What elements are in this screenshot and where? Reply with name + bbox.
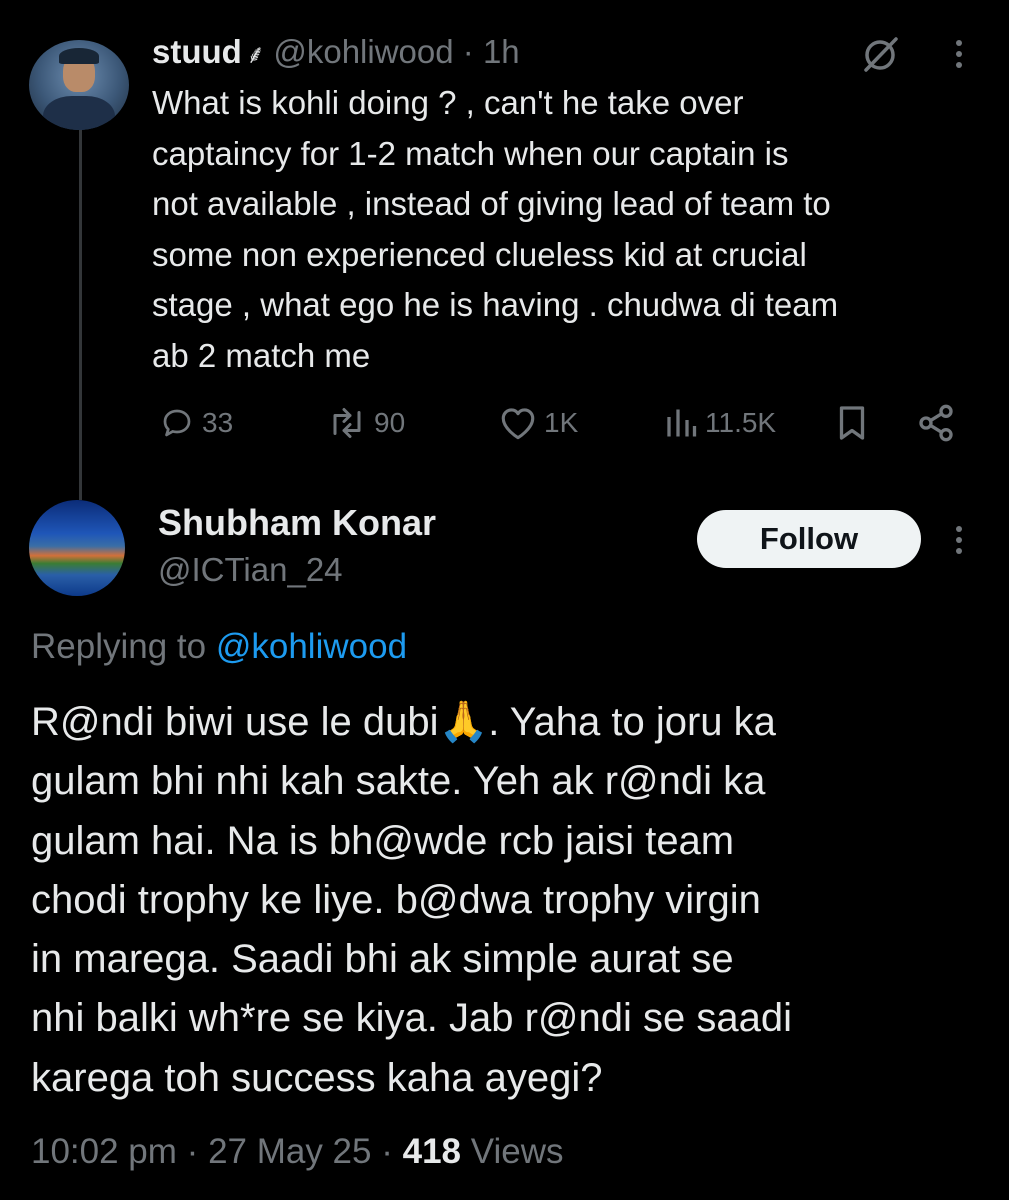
views-count: 11.5K	[705, 407, 777, 438]
reply-meta: 10:02 pm · 27 May 25 · 418 Views	[31, 1130, 564, 1174]
bookmark-icon	[839, 406, 865, 440]
tweet-text: What is kohli doing ? , can't he take ov…	[152, 84, 839, 374]
replying-prefix: Replying to	[31, 627, 207, 666]
follow-button[interactable]: Follow	[697, 510, 921, 568]
reply-text: R@ndi biwi use le dubi🙏. Yaha to joru ka…	[31, 700, 792, 1100]
repost-action[interactable]: 90	[326, 398, 405, 448]
tweet-time[interactable]: 1h	[483, 33, 520, 70]
author-handle[interactable]: @kohliwood	[273, 33, 453, 70]
reply-date[interactable]: 27 May 25	[208, 1132, 371, 1171]
reply-more-icon[interactable]	[944, 520, 974, 560]
share-action[interactable]	[916, 398, 962, 448]
repost-count: 90	[374, 407, 406, 438]
replying-mention[interactable]: @kohliwood	[216, 627, 407, 666]
reply-author-handle[interactable]: @ICTian_24	[158, 548, 343, 592]
separator: ·	[462, 33, 474, 70]
share-icon	[919, 404, 953, 442]
author-name[interactable]: stuud	[152, 33, 242, 70]
tweet-header: stuud ⸙ @kohliwood · 1h	[152, 30, 520, 76]
views-action[interactable]: 11.5K	[663, 398, 776, 448]
reply-avatar[interactable]	[29, 500, 125, 596]
avatar[interactable]	[29, 40, 129, 130]
repost-icon	[333, 408, 361, 438]
like-count: 1K	[544, 407, 579, 438]
more-icon[interactable]	[944, 34, 974, 74]
like-action[interactable]: 1K	[498, 398, 578, 448]
meta-separator: ·	[186, 1132, 199, 1171]
replying-to: Replying to @kohliwood	[31, 625, 407, 669]
bookmark-action[interactable]	[834, 398, 876, 448]
views-icon	[667, 409, 697, 437]
heart-icon	[501, 408, 535, 440]
reply-author-name[interactable]: Shubham Konar	[158, 500, 436, 546]
reply-views-label: Views	[470, 1132, 564, 1171]
meta-separator: ·	[381, 1132, 393, 1171]
name-badge: ⸙	[245, 39, 266, 69]
reply-time[interactable]: 10:02 pm	[31, 1132, 177, 1171]
thread-line	[79, 124, 82, 500]
reply-count: 33	[202, 407, 234, 438]
reply-action[interactable]: 33	[158, 398, 233, 448]
reply-icon	[163, 409, 191, 437]
reply-views-count[interactable]: 418	[403, 1132, 461, 1171]
grok-icon[interactable]	[858, 34, 904, 74]
